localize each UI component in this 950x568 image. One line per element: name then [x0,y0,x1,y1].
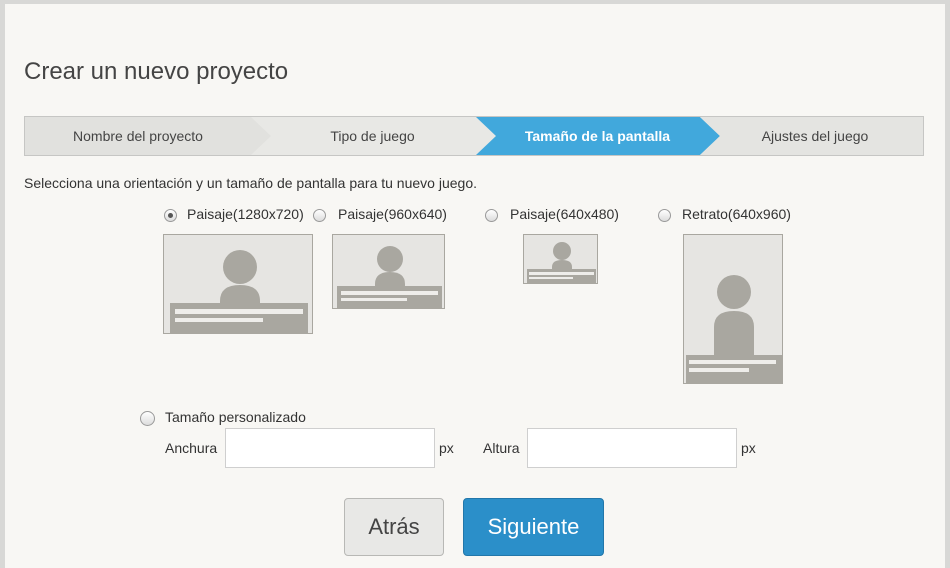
instructions-text: Selecciona una orientación y un tamaño d… [24,175,477,191]
step-project-name: Nombre del proyecto [73,128,203,144]
next-button[interactable]: Siguiente [463,498,604,556]
label-landscape-640x480: Paisaje(640x480) [510,206,619,222]
height-input[interactable] [527,428,737,468]
width-input[interactable] [225,428,435,468]
wizard-steps: Nombre del proyecto Tipo de juego Tamaño… [24,116,924,156]
step-game-type: Tipo de juego [330,128,415,144]
height-unit: px [741,440,756,456]
radio-landscape-640x480[interactable] [485,209,498,222]
create-project-dialog: Crear un nuevo proyecto Nombre del proye… [5,4,945,568]
width-unit: px [439,440,454,456]
radio-landscape-960x640[interactable] [313,209,326,222]
preview-landscape-1280x720[interactable] [163,234,313,334]
step-game-settings: Ajustes del juego [761,128,869,144]
preview-portrait-640x960[interactable] [683,234,783,384]
label-portrait-640x960: Retrato(640x960) [682,206,791,222]
radio-custom-size[interactable] [140,411,155,426]
height-label: Altura [483,440,520,456]
dialog-title: Crear un nuevo proyecto [24,58,289,85]
preview-landscape-960x640[interactable] [332,234,445,309]
back-button[interactable]: Atrás [344,498,444,556]
width-label: Anchura [165,440,218,456]
step-screen-size: Tamaño de la pantalla [524,128,671,144]
radio-landscape-1280x720[interactable] [164,209,177,222]
label-landscape-1280x720: Paisaje(1280x720) [187,206,304,222]
preview-landscape-640x480[interactable] [523,234,598,284]
radio-portrait-640x960[interactable] [658,209,671,222]
label-landscape-960x640: Paisaje(960x640) [338,206,447,222]
label-custom-size: Tamaño personalizado [165,409,306,425]
